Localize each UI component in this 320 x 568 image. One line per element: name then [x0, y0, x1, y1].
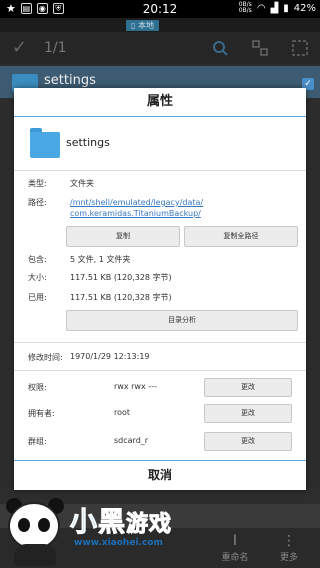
permission-value: rwx rwx --- — [114, 382, 157, 391]
network-speed: 0B/s 0B/s — [238, 1, 252, 14]
divider — [14, 460, 306, 461]
battery-icon: ▮ — [283, 2, 289, 14]
more-vertical-icon: ⋮ — [282, 533, 296, 549]
divider — [14, 116, 306, 117]
owner-label: 拥有者: — [28, 409, 55, 418]
panda-logo-icon — [8, 502, 60, 550]
copy-full-path-button[interactable]: 复制全路径 — [184, 226, 298, 247]
divider — [14, 342, 306, 343]
text-cursor-icon: I — [232, 533, 238, 549]
wifi-icon: ◠ — [256, 2, 266, 14]
watermark-title: 小黑游戏 — [70, 507, 173, 539]
tab-local[interactable]: ▯ 本地 — [126, 20, 159, 31]
watermark: 小黑游戏 www.xiaohei.com — [0, 496, 200, 568]
properties-dialog: 属性 settings 类型: 文件夹 路径: /mnt/shell/emula… — [14, 88, 306, 490]
select-all-icon[interactable] — [292, 40, 308, 56]
signal-icon: ▟ — [270, 2, 279, 14]
divider — [14, 170, 306, 171]
divider — [14, 370, 306, 371]
path-link[interactable]: /mnt/shell/emulated/legacy/data/ com.ker… — [70, 197, 230, 219]
checkmark-icon[interactable]: ✓ — [12, 37, 27, 58]
phone-icon: ▯ — [131, 21, 136, 30]
size-label: 大小: — [28, 273, 47, 282]
contains-value: 5 文件, 1 文件夹 — [70, 255, 131, 264]
list-item-name: settings — [44, 73, 96, 88]
folder-icon — [30, 128, 60, 158]
rename-button[interactable]: I 重命名 — [210, 532, 260, 563]
permission-label: 权限: — [28, 383, 47, 392]
change-owner-button[interactable]: 更改 — [204, 404, 292, 423]
path-label: 路径: — [28, 198, 47, 207]
contains-label: 包含: — [28, 255, 47, 264]
group-label: 群组: — [28, 437, 47, 446]
selection-toolbar: ✓ 1/1 — [0, 32, 320, 64]
location-strip: ▯ 本地 — [0, 18, 320, 32]
used-label: 已用: — [28, 293, 47, 302]
modified-value: 1970/1/29 12:13:19 — [70, 352, 150, 361]
group-value: sdcard_r — [114, 436, 149, 445]
selection-count: 1/1 — [44, 40, 67, 56]
system-icons: 0B/s 0B/s ◠ ▟ ▮ 42% — [239, 2, 316, 14]
modified-label: 修改时间: — [28, 353, 63, 362]
watermark-url: www.xiaohei.com — [74, 538, 163, 548]
select-range-icon[interactable] — [252, 40, 268, 56]
type-label: 类型: — [28, 179, 47, 188]
search-select-icon[interactable] — [212, 40, 228, 56]
status-bar: ★ ▤ ◉ ⛨ 20:12 0B/s 0B/s ◠ ▟ ▮ 42% — [0, 0, 320, 18]
owner-value: root — [114, 408, 131, 417]
file-name: settings — [66, 136, 110, 149]
type-value: 文件夹 — [70, 179, 94, 188]
directory-analysis-button[interactable]: 目录分析 — [66, 310, 298, 331]
used-value: 117.51 KB (120,328 字节) — [70, 293, 172, 302]
change-permission-button[interactable]: 更改 — [204, 378, 292, 397]
cancel-button[interactable]: 取消 — [14, 462, 306, 490]
size-value: 117.51 KB (120,328 字节) — [70, 273, 172, 282]
battery-level: 42% — [293, 2, 316, 14]
more-button[interactable]: ⋮ 更多 — [264, 532, 314, 563]
panda-body — [14, 544, 56, 566]
dialog-title: 属性 — [146, 94, 173, 109]
change-group-button[interactable]: 更改 — [204, 432, 292, 451]
copy-button[interactable]: 复制 — [66, 226, 180, 247]
